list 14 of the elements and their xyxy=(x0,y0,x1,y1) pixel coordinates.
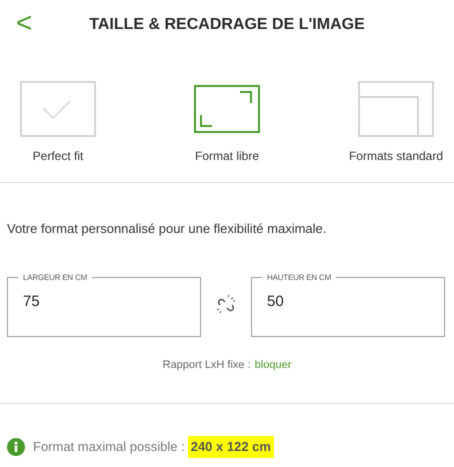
description-text: Votre format personnalisé pour une flexibilité maximale. xyxy=(6,220,328,238)
ratio-label: Rapport LxH fixe : xyxy=(162,358,251,372)
max-format-value: 240 x 122 cm xyxy=(188,436,274,458)
info-icon xyxy=(7,438,25,456)
format-option[interactable]: Formats standard xyxy=(346,81,446,182)
lock-ratio-link[interactable]: bloquer xyxy=(254,356,292,373)
format-option[interactable]: Format libre xyxy=(177,81,277,182)
page-title: TAILLE & RECADRAGE DE L'IMAGE xyxy=(89,15,365,35)
dimension-field[interactable]: LARGEUR EN CM 75 xyxy=(7,272,201,336)
back-button[interactable]: < xyxy=(16,9,32,37)
dimension-field[interactable]: HAUTEUR EN CM 50 xyxy=(251,272,445,336)
broken-link-icon[interactable] xyxy=(216,294,236,316)
max-format-label: Format maximal possible : xyxy=(33,438,185,456)
format-option[interactable]: Perfect fit xyxy=(8,81,108,182)
